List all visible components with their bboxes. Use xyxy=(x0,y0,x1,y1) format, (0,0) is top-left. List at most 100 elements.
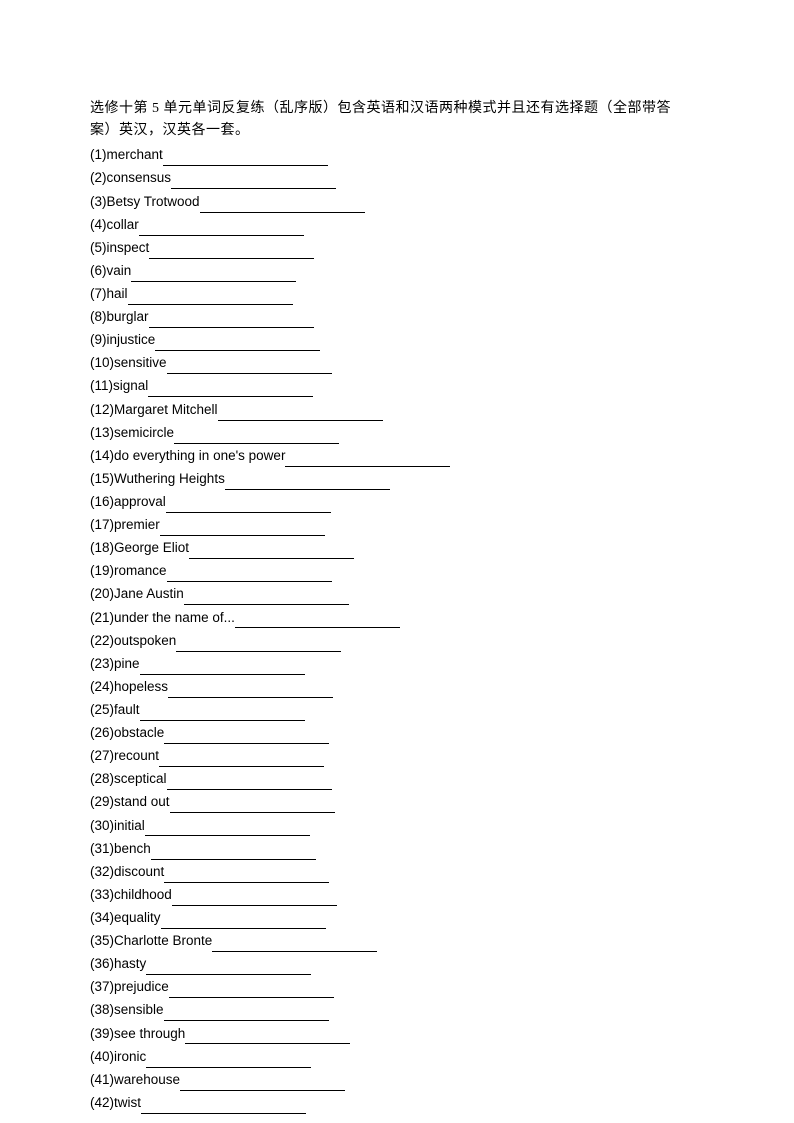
answer-blank[interactable] xyxy=(139,222,304,236)
vocab-label: (40)ironic xyxy=(90,1047,146,1068)
answer-blank[interactable] xyxy=(159,753,324,767)
vocab-label: (35)Charlotte Bronte xyxy=(90,931,212,952)
vocab-item: (32)discount xyxy=(90,862,704,883)
vocab-label: (32)discount xyxy=(90,862,164,883)
vocab-label: (13)semicircle xyxy=(90,423,174,444)
answer-blank[interactable] xyxy=(200,199,365,213)
vocab-label: (30)initial xyxy=(90,816,145,837)
vocab-label: (29)stand out xyxy=(90,792,170,813)
answer-blank[interactable] xyxy=(146,1054,311,1068)
vocab-item: (10)sensitive xyxy=(90,353,704,374)
vocab-label: (2)consensus xyxy=(90,168,171,189)
vocab-label: (25)fault xyxy=(90,700,140,721)
vocab-item: (27)recount xyxy=(90,746,704,767)
vocab-label: (6)vain xyxy=(90,261,131,282)
answer-blank[interactable] xyxy=(155,337,320,351)
answer-blank[interactable] xyxy=(131,268,296,282)
vocab-label: (41)warehouse xyxy=(90,1070,180,1091)
answer-blank[interactable] xyxy=(167,776,332,790)
answer-blank[interactable] xyxy=(285,453,450,467)
answer-blank[interactable] xyxy=(171,175,336,189)
vocab-label: (37)prejudice xyxy=(90,977,169,998)
answer-blank[interactable] xyxy=(218,407,383,421)
vocab-item: (16)approval xyxy=(90,492,704,513)
vocab-item: (9)injustice xyxy=(90,330,704,351)
vocab-item: (38)sensible xyxy=(90,1000,704,1021)
answer-blank[interactable] xyxy=(148,383,313,397)
vocab-item: (37)prejudice xyxy=(90,977,704,998)
answer-blank[interactable] xyxy=(169,984,334,998)
answer-blank[interactable] xyxy=(174,430,339,444)
answer-blank[interactable] xyxy=(166,499,331,513)
answer-blank[interactable] xyxy=(163,152,328,166)
answer-blank[interactable] xyxy=(172,892,337,906)
vocab-label: (36)hasty xyxy=(90,954,146,975)
vocab-item: (28)sceptical xyxy=(90,769,704,790)
vocab-label: (18)George Eliot xyxy=(90,538,189,559)
vocab-label: (12)Margaret Mitchell xyxy=(90,400,218,421)
vocab-item: (30)initial xyxy=(90,816,704,837)
vocab-label: (5)inspect xyxy=(90,238,149,259)
answer-blank[interactable] xyxy=(164,1007,329,1021)
answer-blank[interactable] xyxy=(149,314,314,328)
answer-blank[interactable] xyxy=(161,915,326,929)
vocab-item: (1)merchant xyxy=(90,145,704,166)
answer-blank[interactable] xyxy=(167,360,332,374)
vocab-label: (38)sensible xyxy=(90,1000,164,1021)
answer-blank[interactable] xyxy=(176,638,341,652)
answer-blank[interactable] xyxy=(128,291,293,305)
answer-blank[interactable] xyxy=(212,938,377,952)
vocab-item: (24)hopeless xyxy=(90,677,704,698)
vocab-item: (20)Jane Austin xyxy=(90,584,704,605)
vocab-item: (23)pine xyxy=(90,654,704,675)
vocabulary-list: (1)merchant(2)consensus(3)Betsy Trotwood… xyxy=(90,145,704,1113)
vocab-label: (8)burglar xyxy=(90,307,149,328)
vocab-label: (28)sceptical xyxy=(90,769,167,790)
answer-blank[interactable] xyxy=(146,961,311,975)
vocab-item: (31)bench xyxy=(90,839,704,860)
vocab-item: (22)outspoken xyxy=(90,631,704,652)
vocab-label: (17)premier xyxy=(90,515,160,536)
answer-blank[interactable] xyxy=(140,661,305,675)
vocab-item: (25)fault xyxy=(90,700,704,721)
answer-blank[interactable] xyxy=(149,245,314,259)
answer-blank[interactable] xyxy=(164,730,329,744)
vocab-item: (39)see through xyxy=(90,1024,704,1045)
vocab-label: (22)outspoken xyxy=(90,631,176,652)
vocab-item: (41)warehouse xyxy=(90,1070,704,1091)
answer-blank[interactable] xyxy=(189,545,354,559)
answer-blank[interactable] xyxy=(167,568,332,582)
vocab-item: (2)consensus xyxy=(90,168,704,189)
answer-blank[interactable] xyxy=(170,799,335,813)
answer-blank[interactable] xyxy=(235,614,400,628)
vocab-item: (19)romance xyxy=(90,561,704,582)
vocab-label: (27)recount xyxy=(90,746,159,767)
vocab-item: (26)obstacle xyxy=(90,723,704,744)
answer-blank[interactable] xyxy=(145,822,310,836)
vocab-item: (29)stand out xyxy=(90,792,704,813)
vocab-item: (42)twist xyxy=(90,1093,704,1114)
answer-blank[interactable] xyxy=(185,1030,350,1044)
vocab-label: (11)signal xyxy=(90,376,148,397)
vocab-item: (6)vain xyxy=(90,261,704,282)
vocab-item: (34)equality xyxy=(90,908,704,929)
answer-blank[interactable] xyxy=(164,869,329,883)
vocab-label: (16)approval xyxy=(90,492,166,513)
vocab-label: (15)Wuthering Heights xyxy=(90,469,225,490)
vocab-item: (18)George Eliot xyxy=(90,538,704,559)
answer-blank[interactable] xyxy=(168,684,333,698)
answer-blank[interactable] xyxy=(141,1100,306,1114)
vocab-item: (21)under the name of... xyxy=(90,608,704,629)
answer-blank[interactable] xyxy=(160,522,325,536)
vocab-label: (7)hail xyxy=(90,284,128,305)
answer-blank[interactable] xyxy=(180,1077,345,1091)
answer-blank[interactable] xyxy=(184,591,349,605)
answer-blank[interactable] xyxy=(151,846,316,860)
vocab-item: (14)do everything in one's power xyxy=(90,446,704,467)
vocab-label: (26)obstacle xyxy=(90,723,164,744)
answer-blank[interactable] xyxy=(225,476,390,490)
vocab-label: (23)pine xyxy=(90,654,140,675)
answer-blank[interactable] xyxy=(140,707,305,721)
vocab-item: (7)hail xyxy=(90,284,704,305)
vocab-label: (33)childhood xyxy=(90,885,172,906)
